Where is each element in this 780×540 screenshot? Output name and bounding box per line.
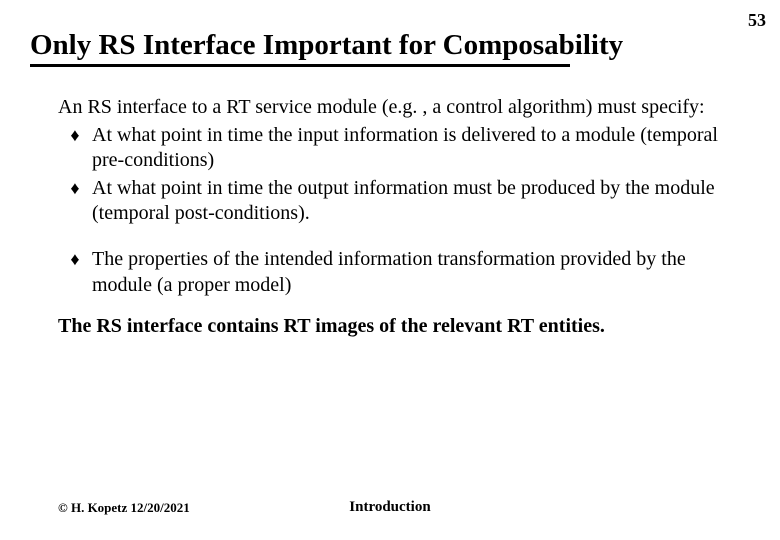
diamond-bullet-icon: ♦ — [58, 247, 92, 271]
slide-title: Only RS Interface Important for Composab… — [30, 30, 623, 60]
diamond-bullet-icon: ♦ — [58, 123, 92, 147]
intro-text: An RS interface to a RT service module (… — [58, 95, 750, 121]
bullet-item: ♦ At what point in time the input inform… — [58, 123, 750, 174]
title-underline — [30, 64, 570, 67]
bullet-item: ♦ At what point in time the output infor… — [58, 176, 750, 227]
bullet-text: The properties of the intended informati… — [92, 247, 750, 298]
footer-section-label: Introduction — [0, 499, 780, 516]
page-number: 53 — [748, 10, 766, 31]
bullet-text: At what point in time the output informa… — [92, 176, 750, 227]
closing-statement: The RS interface contains RT images of t… — [58, 314, 750, 340]
slide-body: An RS interface to a RT service module (… — [58, 95, 750, 340]
diamond-bullet-icon: ♦ — [58, 176, 92, 200]
bullet-item: ♦ The properties of the intended informa… — [58, 247, 750, 298]
bullet-text: At what point in time the input informat… — [92, 123, 750, 174]
